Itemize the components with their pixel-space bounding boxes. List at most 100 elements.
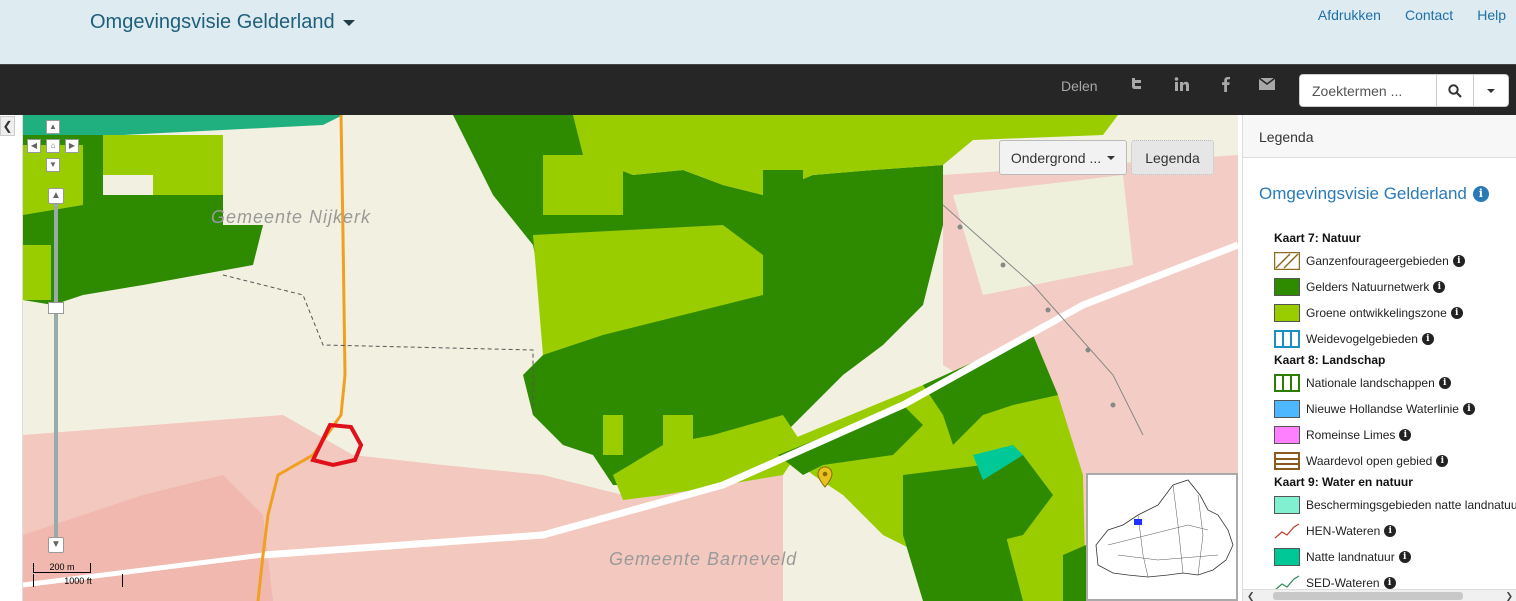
legend-button-label: Legenda bbox=[1145, 149, 1200, 166]
mail-icon[interactable] bbox=[1257, 77, 1277, 94]
legend-item[interactable]: Nationale landschappen i bbox=[1274, 370, 1516, 396]
legend-swatch bbox=[1274, 426, 1300, 444]
info-icon[interactable]: i bbox=[1433, 281, 1446, 293]
info-icon[interactable]: i bbox=[1452, 255, 1465, 267]
scrollbar-thumb[interactable] bbox=[1273, 592, 1463, 600]
linkedin-icon[interactable] bbox=[1172, 77, 1192, 95]
legend-title: Omgevingsvisie Gelderland i bbox=[1259, 184, 1489, 204]
print-link[interactable]: Afdrukken bbox=[1318, 7, 1381, 23]
legend-toggle-button[interactable]: Legenda bbox=[1131, 140, 1214, 175]
info-icon[interactable]: i bbox=[1399, 429, 1412, 441]
search-icon bbox=[1448, 83, 1462, 98]
pan-down-button[interactable]: ▼ bbox=[46, 158, 60, 172]
legend-swatch bbox=[1274, 400, 1300, 418]
map-canvas bbox=[23, 115, 1238, 601]
home-icon[interactable]: ⌂ bbox=[46, 139, 60, 153]
legend-item[interactable]: Waardevol open gebied i bbox=[1274, 448, 1516, 474]
legend-item-label: Gelders Natuurnetwerk bbox=[1306, 280, 1430, 294]
toolbar: Delen bbox=[0, 64, 1516, 115]
info-icon[interactable]: i bbox=[1462, 403, 1475, 415]
legend-section-title: Kaart 7: Natuur bbox=[1274, 231, 1361, 245]
scale-imperial: 1000 ft bbox=[33, 574, 123, 587]
pan-up-button[interactable]: ▲ bbox=[46, 120, 60, 134]
legend-item[interactable]: Ganzenfourageergebieden i bbox=[1274, 248, 1516, 274]
legend-item-label: Waardevol open gebied bbox=[1306, 454, 1433, 468]
info-icon[interactable]: i bbox=[1421, 333, 1434, 345]
top-links: Afdrukken Contact Help bbox=[1318, 7, 1516, 23]
basemap-button-label: Ondergrond ... bbox=[1010, 149, 1102, 166]
scale-bar: 200 m 1000 ft bbox=[33, 563, 125, 587]
legend-section-title: Kaart 9: Water en natuur bbox=[1274, 475, 1413, 489]
scroll-left-icon[interactable]: ❮ bbox=[1247, 590, 1255, 601]
legend-title-text: Omgevingsvisie Gelderland bbox=[1259, 184, 1467, 203]
legend-item-label: HEN-Wateren bbox=[1306, 524, 1381, 538]
app-title: Omgevingsvisie Gelderland bbox=[90, 11, 335, 33]
legend-swatch bbox=[1274, 548, 1300, 566]
legend-item[interactable]: Beschermingsgebieden natte landnatuuri bbox=[1274, 492, 1516, 518]
search-box bbox=[1299, 74, 1509, 107]
scale-metric: 200 m bbox=[33, 563, 91, 573]
chevron-down-icon bbox=[1107, 155, 1116, 160]
top-header: Omgevingsvisie Gelderland Afdrukken Cont… bbox=[0, 0, 1516, 64]
share-label: Delen bbox=[1061, 78, 1098, 94]
legend-swatch bbox=[1274, 278, 1300, 296]
legend-item-label: Romeinse Limes bbox=[1306, 428, 1396, 442]
legend-item[interactable]: Nieuwe Hollandse Waterlinie i bbox=[1274, 396, 1516, 422]
search-input[interactable] bbox=[1300, 75, 1436, 106]
info-icon[interactable]: i bbox=[1436, 455, 1449, 467]
legend-item[interactable]: Groene ontwikkelingszone i bbox=[1274, 300, 1516, 326]
pan-right-button[interactable]: ▶ bbox=[65, 139, 79, 153]
legend-item-label: Weidevogelgebieden bbox=[1306, 332, 1418, 346]
legend-panel-header: Legenda bbox=[1243, 115, 1516, 158]
info-icon[interactable]: i bbox=[1383, 577, 1396, 589]
legend-swatch bbox=[1274, 523, 1300, 539]
zoom-slider-handle[interactable] bbox=[48, 302, 64, 314]
zoom-slider-track[interactable] bbox=[54, 203, 58, 543]
chevron-down-icon bbox=[342, 19, 355, 26]
app-title-menu[interactable]: Omgevingsvisie Gelderland bbox=[90, 11, 355, 34]
legend-swatch bbox=[1274, 330, 1300, 348]
municipality-label-barneveld: Gemeente Barneveld bbox=[609, 549, 798, 569]
contact-link[interactable]: Contact bbox=[1405, 7, 1453, 23]
legend-swatch bbox=[1274, 496, 1300, 514]
collapse-panel-button[interactable]: ❮ bbox=[0, 116, 15, 136]
legend-panel: Legenda Omgevingsvisie Gelderland i Kaar… bbox=[1242, 115, 1516, 601]
legend-list: Kaart 7: Natuur Ganzenfourageergebieden i G… bbox=[1274, 230, 1516, 596]
scroll-right-icon[interactable]: ❯ bbox=[1505, 590, 1513, 601]
info-icon[interactable]: i bbox=[1398, 551, 1411, 563]
legend-item-label: Groene ontwikkelingszone bbox=[1306, 306, 1447, 320]
pan-left-button[interactable]: ◀ bbox=[27, 139, 41, 153]
legend-section-title: Kaart 8: Landschap bbox=[1274, 353, 1386, 367]
legend-item-label: Ganzenfourageergebieden bbox=[1306, 254, 1449, 268]
legend-swatch bbox=[1274, 452, 1300, 470]
legend-item[interactable]: Weidevogelgebieden i bbox=[1274, 326, 1516, 352]
legend-item-label: Natte landnatuur bbox=[1306, 550, 1395, 564]
zoom-out-button[interactable]: ▼ bbox=[48, 537, 64, 553]
legend-item-label: SED-Wateren bbox=[1306, 576, 1380, 590]
facebook-icon[interactable] bbox=[1216, 77, 1236, 96]
legend-item-label: Nieuwe Hollandse Waterlinie bbox=[1306, 402, 1459, 416]
legend-horizontal-scrollbar[interactable]: ❮ ❯ bbox=[1243, 589, 1516, 601]
zoom-in-button[interactable]: ▲ bbox=[48, 188, 64, 204]
legend-item[interactable]: Romeinse Limes i bbox=[1274, 422, 1516, 448]
basemap-dropdown-button[interactable]: Ondergrond ... bbox=[999, 140, 1127, 175]
search-button[interactable] bbox=[1436, 75, 1473, 106]
legend-item-label: Beschermingsgebieden natte landnatuur bbox=[1306, 498, 1516, 512]
legend-item[interactable]: Natte landnatuur i bbox=[1274, 544, 1516, 570]
help-link[interactable]: Help bbox=[1477, 7, 1506, 23]
overview-map[interactable] bbox=[1086, 473, 1238, 601]
map-view[interactable]: Gemeente Nijkerk Gemeente Barneveld ▲ ◀ … bbox=[23, 115, 1238, 601]
info-icon[interactable]: i bbox=[1438, 377, 1451, 389]
twitter-icon[interactable] bbox=[1127, 77, 1147, 95]
legend-item[interactable]: HEN-Wateren i bbox=[1274, 518, 1516, 544]
info-icon[interactable]: i bbox=[1384, 525, 1397, 537]
legend-swatch bbox=[1274, 304, 1300, 322]
search-options-dropdown[interactable] bbox=[1472, 75, 1508, 106]
info-icon[interactable]: i bbox=[1450, 307, 1463, 319]
info-icon[interactable]: i bbox=[1472, 186, 1489, 202]
legend-swatch bbox=[1274, 252, 1300, 270]
legend-item[interactable]: Gelders Natuurnetwerk i bbox=[1274, 274, 1516, 300]
municipality-label-nijkerk: Gemeente Nijkerk bbox=[211, 207, 372, 227]
overview-province-outline bbox=[1095, 479, 1234, 578]
chevron-down-icon bbox=[1486, 88, 1495, 93]
